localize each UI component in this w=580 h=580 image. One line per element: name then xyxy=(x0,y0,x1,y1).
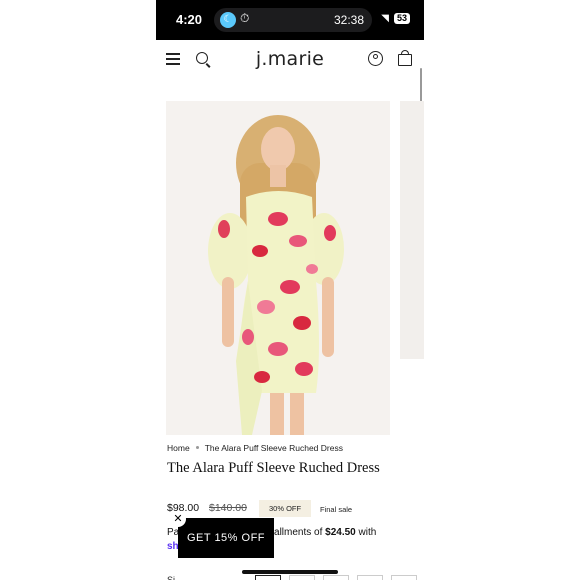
status-icons: ◥ 53 xyxy=(381,13,410,24)
size-option[interactable] xyxy=(357,575,383,580)
cart-icon[interactable] xyxy=(398,50,412,66)
shop-pay-logo[interactable]: sh xyxy=(167,541,179,552)
installments-suffix: with xyxy=(358,527,377,538)
site-logo[interactable]: j.marie xyxy=(156,48,424,70)
battery-icon: 53 xyxy=(393,13,410,24)
site-header: j.marie xyxy=(156,40,424,80)
timer-icon: ⏱ xyxy=(240,11,250,25)
home-indicator[interactable] xyxy=(242,570,338,574)
size-options xyxy=(255,575,417,580)
size-option[interactable] xyxy=(255,575,281,580)
discount-badge: 30% OFF xyxy=(259,500,312,517)
breadcrumb-separator xyxy=(195,446,199,449)
status-time: 4:20 xyxy=(176,12,203,27)
breadcrumb: Home The Alara Puff Sleeve Ruched Dress xyxy=(167,443,343,453)
phone-screen: 4:20 ☾ ⏱ 32:38 ◥ 53 j.marie Home The Ala… xyxy=(156,0,424,580)
size-label: Si xyxy=(167,575,176,580)
size-option[interactable] xyxy=(289,575,315,580)
compare-price: $140.00 xyxy=(209,502,247,514)
timer-value: 32:38 xyxy=(333,13,364,27)
size-option[interactable] xyxy=(323,575,349,580)
next-product-image[interactable] xyxy=(400,101,424,359)
product-photo xyxy=(166,101,390,435)
installment-amount: $24.50 xyxy=(325,527,356,538)
size-option[interactable] xyxy=(391,575,417,580)
wifi-icon: ◥ xyxy=(381,13,389,24)
product-title: The Alara Puff Sleeve Ruched Dress xyxy=(167,460,380,476)
dynamic-island: ☾ ⏱ 32:38 xyxy=(214,8,372,32)
close-icon[interactable]: ✕ xyxy=(170,511,186,527)
moon-icon: ☾ xyxy=(220,12,236,28)
product-image[interactable] xyxy=(166,101,390,435)
account-icon[interactable] xyxy=(368,51,383,66)
breadcrumb-current: The Alara Puff Sleeve Ruched Dress xyxy=(204,443,343,453)
final-sale-label: Final sale xyxy=(320,505,353,514)
discount-popup-button[interactable]: GET 15% OFF xyxy=(178,518,274,558)
installments-middle: tallments of xyxy=(271,527,323,538)
breadcrumb-home[interactable]: Home xyxy=(167,443,190,453)
status-bar: 4:20 ☾ ⏱ 32:38 ◥ 53 xyxy=(156,0,424,40)
